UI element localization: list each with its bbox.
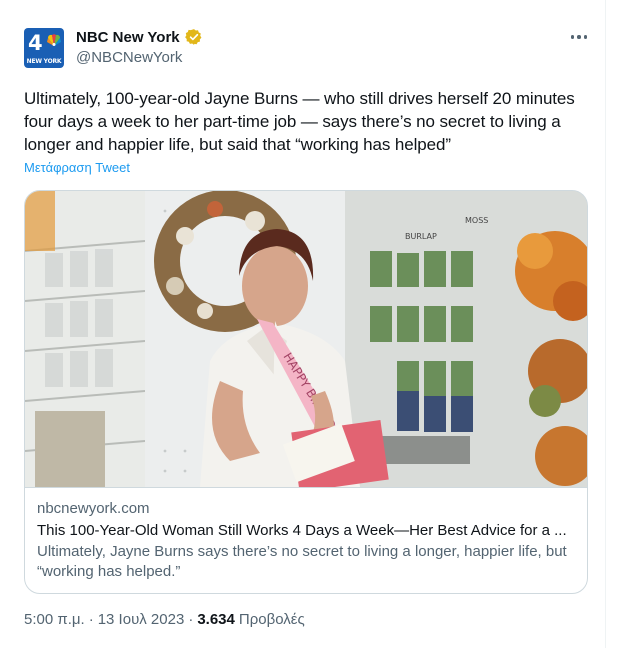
footer-separator-2: · <box>188 611 194 628</box>
article-photo[interactable]: BURLAP MOSS HAPPY BIRTHDAY <box>25 191 587 487</box>
views-label: Προβολές <box>238 611 305 628</box>
more-options-icon[interactable] <box>566 26 592 48</box>
translate-tweet-link[interactable]: Μετάφραση Tweet <box>24 160 130 175</box>
link-description: Ultimately, Jayne Burns says there’s no … <box>37 543 567 580</box>
link-card-meta[interactable]: nbcnewyork.com This 100-Year-Old Woman S… <box>25 487 587 593</box>
svg-text:BURLAP: BURLAP <box>405 232 437 241</box>
avatar-channel-number: 4 <box>28 31 43 55</box>
views-count: 3.634 <box>197 611 235 628</box>
tweet-card: 4 NEW YORK NBC New York @NBCNewYork Ulti… <box>0 0 606 648</box>
author-display-name[interactable]: NBC New York <box>76 29 180 46</box>
link-title: This 100-Year-Old Woman Still Works 4 Da… <box>37 522 567 539</box>
tweet-date[interactable]: 13 Ιουλ 2023 <box>98 611 185 628</box>
author-handle[interactable]: @NBCNewYork <box>76 49 182 66</box>
author-name-row: NBC New York <box>76 28 203 46</box>
link-domain: nbcnewyork.com <box>37 500 150 517</box>
nbc-peacock-icon <box>47 34 61 46</box>
tweet-footer: 5:00 π.μ. · 13 Ιουλ 2023 · 3.634 Προβολέ… <box>24 611 305 628</box>
link-preview-card[interactable]: BURLAP MOSS HAPPY BIRTHDAY nbcnewyork.co… <box>24 190 588 594</box>
tweet-text: Ultimately, 100-year-old Jayne Burns — w… <box>24 89 575 154</box>
author-avatar[interactable]: 4 NEW YORK <box>24 28 64 68</box>
verified-badge-icon[interactable] <box>184 28 203 46</box>
tweet-time[interactable]: 5:00 π.μ. <box>24 611 85 628</box>
avatar-tag: NEW YORK <box>26 58 62 65</box>
svg-text:MOSS: MOSS <box>465 216 488 225</box>
footer-separator: · <box>88 611 94 628</box>
